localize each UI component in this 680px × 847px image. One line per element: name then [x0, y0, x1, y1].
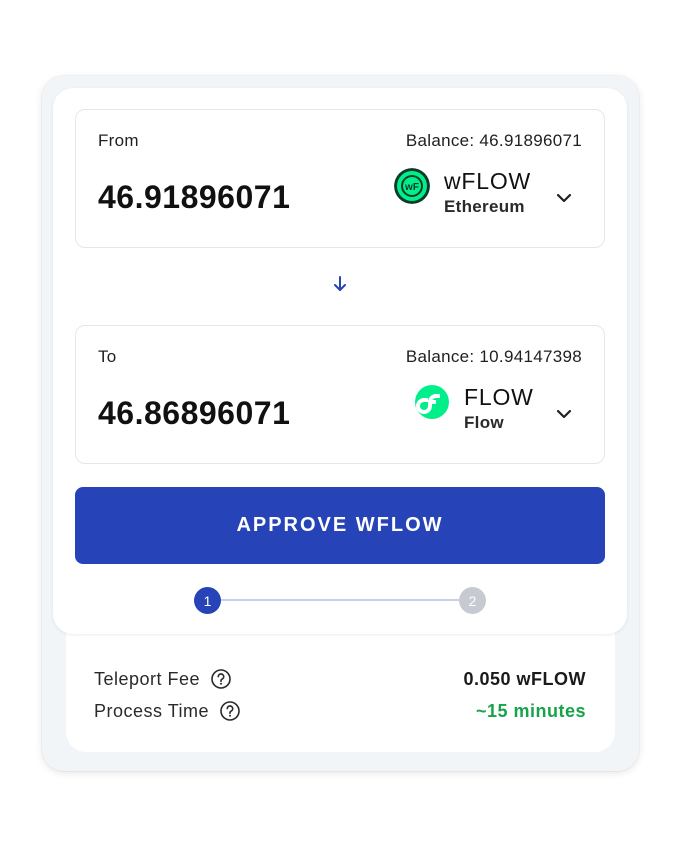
from-label: From — [98, 131, 139, 150]
help-circle-icon[interactable] — [210, 668, 232, 690]
teleport-fee-label: Teleport Fee — [94, 668, 201, 689]
from-chevron-down-icon[interactable] — [554, 188, 574, 208]
from-amount-input[interactable]: 46.91896071 — [98, 179, 290, 216]
svg-text:wF: wF — [404, 182, 419, 193]
to-label: To — [98, 347, 117, 366]
approve-button[interactable]: APPROVE WFLOW — [75, 487, 605, 564]
teleport-fee-value: 0.050 wFLOW — [463, 668, 586, 689]
to-token-symbol: FLOW — [464, 384, 534, 410]
from-balance: Balance: 46.91896071 — [405, 131, 582, 150]
from-token-symbol: wFLOW — [444, 168, 532, 194]
arrow-down-icon[interactable] — [330, 274, 350, 294]
to-box: To Balance: 10.94147398 46.86896071 FLOW… — [75, 325, 605, 464]
teleport-fee-row: Teleport Fee 0.050 wFLOW — [94, 666, 586, 692]
to-token-network: Flow — [464, 413, 504, 432]
help-circle-icon[interactable] — [219, 700, 241, 722]
step-2-indicator: 2 — [459, 587, 486, 614]
to-chevron-down-icon[interactable] — [554, 404, 574, 424]
from-token-selector[interactable]: wF wFLOW Ethereum — [394, 168, 531, 228]
stepper-line — [207, 599, 472, 601]
wflow-token-icon: wF — [394, 168, 430, 204]
process-time-label: Process Time — [94, 700, 210, 721]
from-box: From Balance: 46.91896071 46.91896071 wF… — [75, 109, 605, 248]
to-balance: Balance: 10.94147398 — [405, 347, 582, 366]
flow-token-icon — [415, 385, 449, 419]
step-1-indicator: 1 — [194, 587, 221, 614]
process-time-row: Process Time ~15 minutes — [94, 698, 586, 724]
to-token-selector[interactable]: FLOW Flow — [414, 384, 534, 444]
process-time-value: ~15 minutes — [475, 700, 586, 721]
to-amount-output: 46.86896071 — [98, 395, 291, 431]
from-token-network: Ethereum — [444, 197, 525, 216]
